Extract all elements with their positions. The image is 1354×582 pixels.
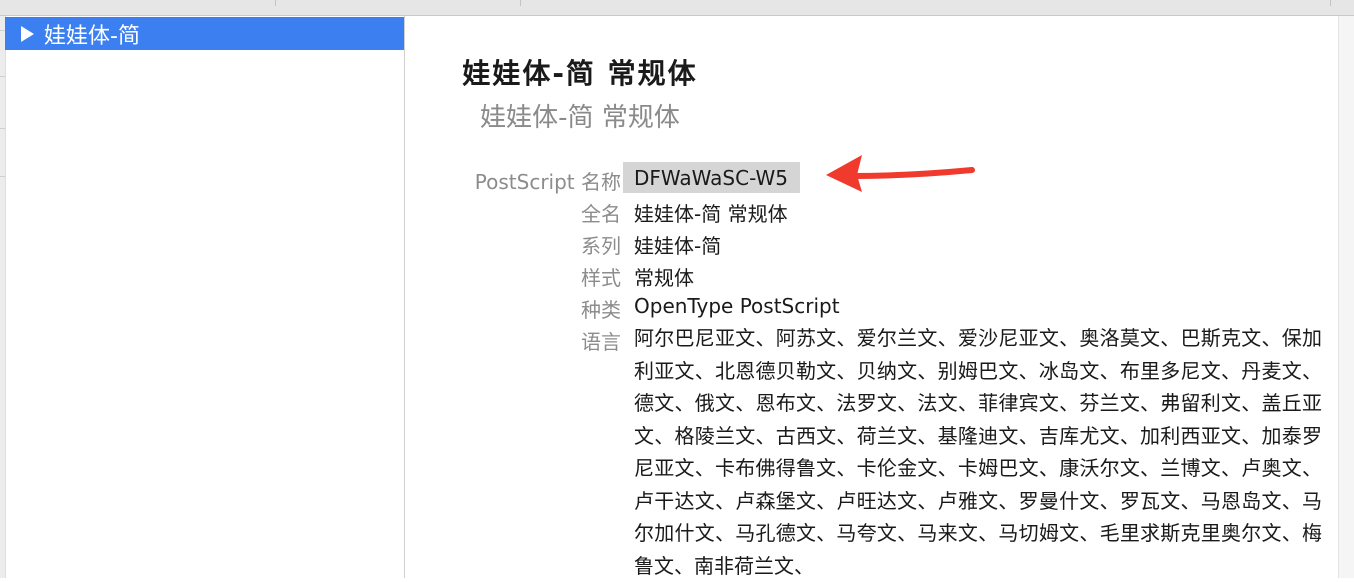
arrow-shaft <box>849 167 975 179</box>
font-preview-title: 娃娃体-简 常规体 <box>462 57 698 90</box>
kind-label: 种类 <box>581 298 621 322</box>
full-name-value[interactable]: 娃娃体-简 常规体 <box>634 198 788 227</box>
postscript-name-label: PostScript 名称 <box>474 170 621 194</box>
red-arrow-icon <box>826 155 975 192</box>
top-bar-divider <box>520 0 521 6</box>
postscript-name-value[interactable]: DFWaWaSC-W5 <box>634 166 788 190</box>
style-value[interactable]: 常规体 <box>634 262 694 291</box>
style-label: 样式 <box>581 266 621 290</box>
full-name-label: 全名 <box>581 202 621 226</box>
top-bar-divider <box>1330 0 1331 6</box>
vertical-scrollbar[interactable] <box>1338 16 1354 578</box>
family-label: 系列 <box>581 234 621 258</box>
font-preview-subtitle: 娃娃体-简 常规体 <box>480 103 680 133</box>
language-value[interactable]: 阿尔巴尼亚文、阿苏文、爱尔兰文、爱沙尼亚文、奥洛莫文、巴斯克文、保加利亚文、北恩… <box>634 322 1322 582</box>
language-label: 语言 <box>581 330 621 354</box>
disclosure-triangle-icon[interactable] <box>21 25 34 42</box>
top-bar-divider <box>275 0 276 6</box>
arrow-head <box>826 155 862 192</box>
sidebar-item-font-family[interactable]: 娃娃体-简 <box>5 17 404 50</box>
kind-value[interactable]: OpenType PostScript <box>634 294 840 318</box>
font-family-label: 娃娃体-简 <box>44 23 140 49</box>
family-value[interactable]: 娃娃体-简 <box>634 230 721 259</box>
window-top-bar <box>0 0 1354 16</box>
